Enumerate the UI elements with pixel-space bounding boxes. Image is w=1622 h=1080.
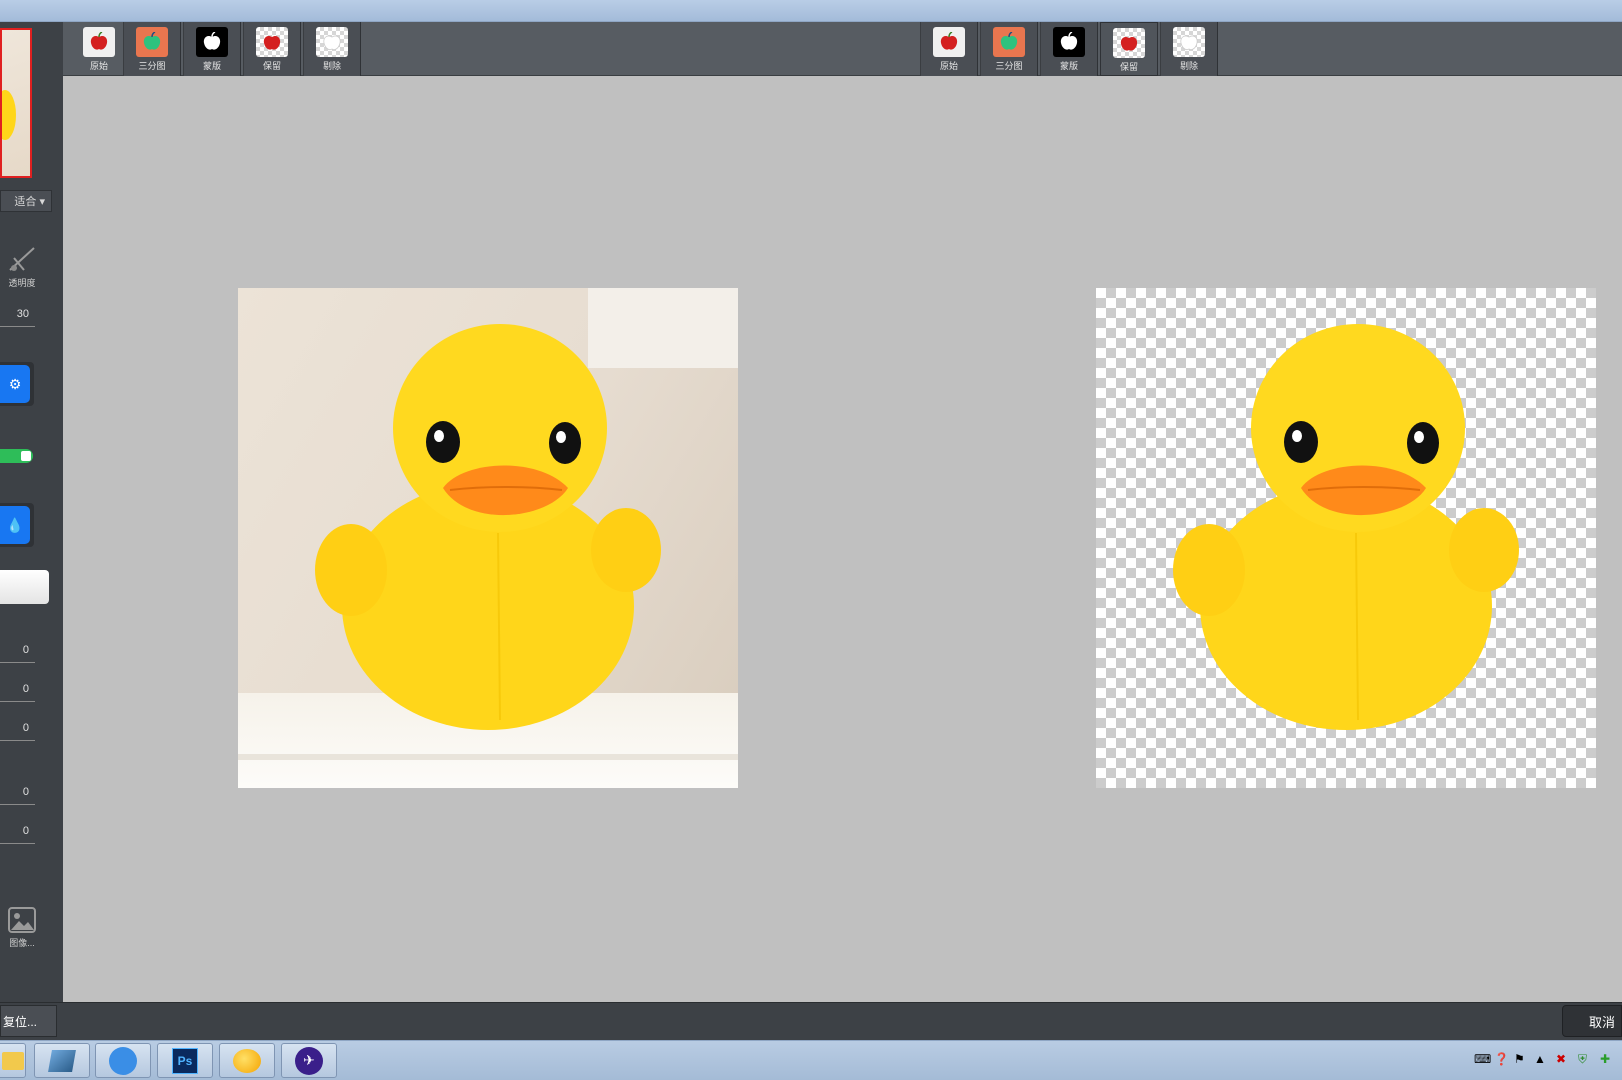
result-keep-button[interactable]: 保留 [1100,22,1158,76]
zoom-fit-select[interactable]: 适合 ▾ [0,190,52,212]
result-original-button[interactable]: 原始 [920,22,978,76]
result-trimap-button[interactable]: 三分图 [980,22,1038,76]
apple-green-icon [993,27,1025,57]
add-icon[interactable]: ✚ [1600,1052,1610,1066]
duck-cutout-image [1173,324,1519,730]
drop-gear-icon: 💧 [0,506,30,544]
view-mask-button[interactable]: 蒙版 [183,22,241,76]
image-thumbnail[interactable] [0,28,32,178]
param-field-5[interactable]: 0 [0,825,35,844]
apple-red-icon [933,27,965,57]
taskbar-chat-button[interactable] [219,1043,275,1078]
taskbar-app-button-1[interactable] [34,1043,90,1078]
window-titlebar [0,0,1622,22]
gears-icon: ⚙ [0,365,30,403]
reset-button[interactable]: 复位... [0,1005,57,1037]
result-remove-button[interactable]: 剔除 [1160,22,1218,76]
apple-red-icon [83,27,115,57]
taskbar-photoshop-button[interactable]: Ps [157,1043,213,1078]
folder-icon [2,1051,24,1070]
view-remove-label: 剔除 [322,61,341,71]
duck-toy-image [315,324,661,730]
taskbar-app-button-2[interactable]: ✈ [281,1043,337,1078]
original-image-preview[interactable] [238,288,738,788]
chat-bubble-icon [233,1048,261,1073]
brush-icon [9,247,35,271]
status-bar [0,1002,1622,1040]
apple-blank-checker-icon [1173,27,1205,57]
param-field-1[interactable]: 0 [0,644,35,663]
image-tool[interactable]: 图像... [0,906,44,949]
apple-red-checker-icon [256,27,288,57]
refine-toggle[interactable] [0,449,33,463]
view-original-label: 原始 [89,61,108,71]
transparency-tool[interactable]: 透明度 [0,244,44,289]
view-keep-label: 保留 [262,61,281,71]
security-shield-icon[interactable]: ⛨ [1578,1052,1587,1067]
tray-flag-icon[interactable]: ⚑ [1514,1052,1525,1066]
result-mask-button[interactable]: 蒙版 [1040,22,1098,76]
keyboard-icon[interactable]: ⌨ [1474,1052,1491,1066]
param-field-2[interactable]: 0 [0,683,35,702]
view-trimap-button[interactable]: 三分图 [123,22,181,76]
photoshop-icon: Ps [172,1047,198,1074]
result-keep-label: 保留 [1119,62,1138,72]
cutout-result-preview[interactable] [1096,288,1596,788]
auto-refine-button[interactable]: ⚙ [0,362,34,406]
param-field-3[interactable]: 0 [0,722,35,741]
help-icon[interactable]: ❓ [1494,1052,1509,1066]
image-icon [8,907,36,933]
cancel-button[interactable]: 取消 [1562,1005,1622,1037]
result-mask-label: 蒙版 [1059,61,1078,71]
paper-plane-icon: ✈ [295,1046,323,1075]
view-trimap-label: 三分图 [138,61,166,71]
view-mask-label: 蒙版 [202,61,221,71]
apple-green-icon [136,27,168,57]
taskbar-explorer-button[interactable] [0,1043,26,1078]
result-remove-label: 剔除 [1179,61,1198,71]
show-hidden-icons-icon[interactable]: ▲ [1534,1052,1546,1066]
result-trimap-label: 三分图 [995,61,1023,71]
apply-bar-button[interactable] [0,570,49,604]
network-error-icon[interactable]: ✖ [1556,1052,1566,1066]
transparency-value[interactable]: 30 [0,308,35,327]
thumbnail-duck [2,90,16,140]
apple-white-icon [1053,27,1085,57]
apple-blank-checker-icon [316,27,348,57]
result-original-label: 原始 [939,61,958,71]
transparency-label: 透明度 [8,278,36,288]
book-icon [48,1049,76,1072]
apple-white-icon [196,27,228,57]
toggle-knob [21,451,31,461]
view-keep-button[interactable]: 保留 [243,22,301,76]
taskbar-cloud-button[interactable] [95,1043,151,1078]
view-remove-button[interactable]: 剔除 [303,22,361,76]
smart-drop-button[interactable]: 💧 [0,503,34,547]
cloud-icon [109,1046,137,1075]
apple-red-checker-icon [1113,28,1145,58]
image-tool-label: 图像... [9,938,35,948]
param-field-4[interactable]: 0 [0,786,35,805]
view-original-button[interactable]: 原始 [70,22,128,76]
